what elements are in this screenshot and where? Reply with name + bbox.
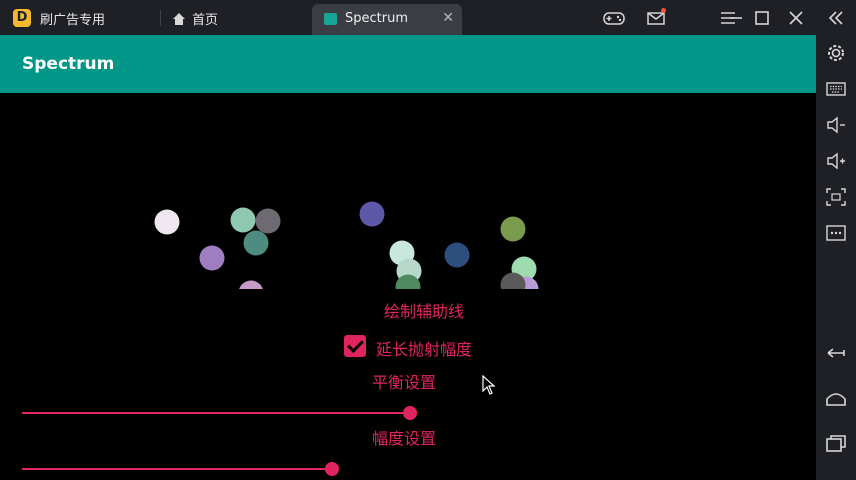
close-icon[interactable] — [786, 8, 806, 28]
checkbox-checked-icon[interactable] — [344, 335, 366, 357]
app-title: Spectrum — [22, 54, 115, 74]
spectrum-dot — [444, 242, 470, 268]
back-icon[interactable] — [824, 341, 848, 365]
settings-icon[interactable] — [824, 41, 848, 65]
tab-spectrum[interactable]: Spectrum ✕ — [312, 4, 462, 35]
extend-throw-label: 延长抛射幅度 — [376, 340, 473, 359]
home-icon — [173, 13, 185, 25]
tab-home[interactable]: 首页 — [172, 9, 218, 28]
spectrum-visualizer — [154, 201, 539, 289]
spectrum-dot — [230, 207, 256, 233]
spectrum-dot — [243, 230, 269, 256]
amplitude-slider[interactable] — [22, 459, 798, 479]
mouse-cursor-icon — [482, 375, 496, 395]
notification-dot — [661, 8, 666, 13]
emulator-sidebar — [816, 35, 856, 480]
spectrum-dot — [359, 201, 385, 227]
balance-slider[interactable] — [22, 403, 798, 423]
screenshot-icon[interactable] — [824, 185, 848, 209]
spectrum-dot — [255, 208, 281, 234]
tab-divider — [160, 10, 161, 26]
spectrum-dot — [239, 280, 263, 289]
gamepad-icon[interactable] — [602, 8, 625, 28]
amplitude-slider-thumb[interactable] — [325, 462, 339, 476]
home-icon[interactable] — [824, 387, 848, 411]
tab-spectrum-label: Spectrum — [345, 11, 408, 26]
spectrum-dot — [154, 209, 180, 235]
balance-slider-track — [22, 412, 410, 414]
balance-label: 平衡设置 — [372, 373, 437, 392]
spectrum-dot — [500, 216, 526, 242]
app-tab-icon — [324, 13, 337, 25]
keyboard-icon[interactable] — [824, 77, 848, 101]
app-content: 绘制辅助线 延长抛射幅度 平衡设置 幅度设置 — [0, 93, 816, 480]
amplitude-slider-track — [22, 468, 332, 470]
emulator-titlebar: D 刷广告专用 首页 Spectrum ✕ — [0, 0, 856, 35]
mail-icon[interactable] — [646, 8, 666, 28]
more-icon[interactable] — [824, 221, 848, 245]
emulator-logo-icon: D — [13, 9, 31, 27]
collapse-icon[interactable] — [826, 8, 846, 28]
tab-home-label: 首页 — [192, 13, 219, 28]
amplitude-label: 幅度设置 — [372, 429, 437, 448]
maximize-icon[interactable] — [752, 8, 772, 28]
spectrum-dot — [199, 245, 225, 271]
volume-down-icon[interactable] — [824, 113, 848, 137]
minimize-icon[interactable] — [726, 8, 746, 28]
emulator-app-name: 刷广告专用 — [40, 13, 106, 28]
app-toolbar: Spectrum — [0, 35, 816, 93]
volume-up-icon[interactable] — [824, 149, 848, 173]
draw-helper-lines-label[interactable]: 绘制辅助线 — [384, 298, 464, 322]
close-tab-icon[interactable]: ✕ — [442, 10, 454, 26]
recents-icon[interactable] — [824, 431, 848, 455]
balance-slider-thumb[interactable] — [403, 406, 417, 420]
